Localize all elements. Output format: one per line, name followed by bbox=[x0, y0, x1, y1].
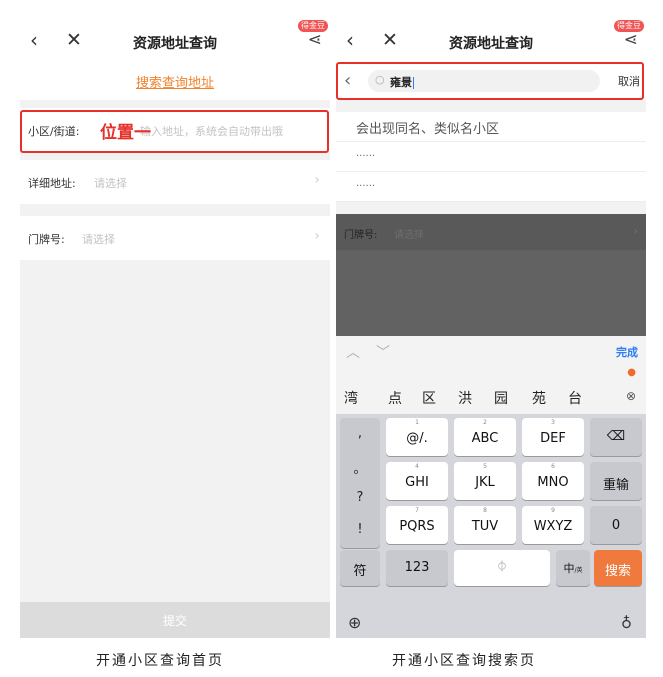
candidate-item[interactable]: 洪 bbox=[458, 388, 472, 408]
chevron-right-icon: › bbox=[633, 224, 638, 238]
detail-address-placeholder: 请选择 bbox=[94, 177, 127, 190]
candidate-bar: 湾 点 区 洪 园 苑 台 ⊗ bbox=[336, 382, 646, 414]
reinput-key[interactable]: 重输 bbox=[590, 462, 642, 500]
candidate-item[interactable]: 湾 bbox=[344, 388, 358, 408]
delete-key[interactable]: ⌫ bbox=[590, 418, 642, 456]
key-8[interactable]: 8 TUV bbox=[454, 506, 516, 544]
search-link-bar: 搜索查询地址 bbox=[20, 62, 330, 100]
search-screen: ‹ ✕ 资源地址查询 得金豆 ⋖ ‹ ○ 雍景 取消 会出现同名、类似名小区 .… bbox=[336, 20, 646, 638]
key-2[interactable]: 2 ABC bbox=[454, 418, 516, 456]
key-9[interactable]: 9 WXYZ bbox=[522, 506, 584, 544]
punct-key[interactable]: ! bbox=[340, 522, 380, 537]
microphone-icon[interactable]: ♁ bbox=[621, 614, 632, 632]
page-title: 资源地址查询 bbox=[449, 36, 533, 52]
chevron-right-icon: › bbox=[314, 228, 320, 244]
detail-address-row[interactable]: 详细地址: 请选择 › bbox=[20, 160, 330, 204]
chevron-up-icon[interactable]: ︿ bbox=[346, 342, 360, 362]
mic-icon: ⏀ bbox=[496, 560, 508, 573]
house-number-row[interactable]: 门牌号: 请选择 › bbox=[20, 216, 330, 260]
house-number-label: 门牌号: bbox=[28, 233, 65, 246]
caption-search: 开通小区查询搜索页 bbox=[392, 653, 536, 669]
candidate-item[interactable]: 台 bbox=[568, 388, 582, 408]
nav-header: ‹ ✕ 资源地址查询 得金豆 ⋖ bbox=[336, 20, 646, 62]
search-address-link[interactable]: 搜索查询地址 bbox=[136, 72, 214, 91]
punctuation-column[interactable]: , 。 ? ! bbox=[340, 418, 380, 548]
key-7[interactable]: 7 PQRS bbox=[386, 506, 448, 544]
punct-key[interactable]: ? bbox=[340, 490, 380, 505]
result-text: ...... bbox=[356, 178, 376, 189]
chevron-down-icon[interactable]: ﹀ bbox=[376, 342, 390, 362]
highlight-box bbox=[336, 62, 644, 100]
keyboard-logo-icon: ● bbox=[627, 367, 636, 378]
symbols-key[interactable]: 符 bbox=[340, 550, 380, 586]
house-number-placeholder: 请选择 bbox=[394, 230, 424, 241]
candidate-item[interactable]: 园 bbox=[494, 388, 508, 408]
key-3[interactable]: 3 DEF bbox=[522, 418, 584, 456]
position-annotation: 位置一 bbox=[100, 123, 151, 143]
key-1[interactable]: 1 @/. bbox=[386, 418, 448, 456]
keyboard-logo-row: ● bbox=[336, 366, 646, 382]
dimmed-overlay: 门牌号: 请选择 › bbox=[336, 214, 646, 344]
caption-home: 开通小区查询首页 bbox=[96, 653, 224, 669]
search-key[interactable]: 搜索 bbox=[594, 550, 642, 586]
punct-key[interactable]: 。 bbox=[340, 458, 380, 477]
keyboard: , 。 ? ! 1 @/. 2 ABC 3 DEF ⌫ 4 GHI 5 JKL bbox=[336, 414, 646, 638]
lang-switch-key[interactable]: 中/英 bbox=[556, 550, 590, 586]
house-number-label: 门牌号: bbox=[344, 230, 378, 241]
done-button[interactable]: 完成 bbox=[616, 344, 638, 360]
result-text: 会出现同名、类似名小区 bbox=[356, 122, 500, 137]
punct-key[interactable]: , bbox=[340, 426, 380, 441]
key-4[interactable]: 4 GHI bbox=[386, 462, 448, 500]
chevron-right-icon: › bbox=[314, 172, 320, 188]
candidate-item[interactable]: 区 bbox=[422, 388, 436, 408]
highlight-box bbox=[20, 110, 329, 153]
candidate-item[interactable]: 点 bbox=[388, 388, 402, 408]
result-item[interactable]: ...... bbox=[336, 142, 646, 172]
share-icon[interactable]: ⋖ bbox=[308, 30, 322, 50]
home-screen: ‹ ✕ 资源地址查询 得金豆 ⋖ 搜索查询地址 小区/街道: 输入地址，系统会自… bbox=[20, 20, 330, 638]
space-key[interactable]: ⏀ bbox=[454, 550, 550, 586]
keyboard-toolbar: ︿ ﹀ 完成 bbox=[336, 336, 646, 366]
house-number-placeholder: 请选择 bbox=[82, 233, 115, 246]
key-5[interactable]: 5 JKL bbox=[454, 462, 516, 500]
result-item[interactable]: 会出现同名、类似名小区 bbox=[336, 112, 646, 142]
page-title: 资源地址查询 bbox=[133, 36, 217, 52]
share-icon[interactable]: ⋖ bbox=[624, 30, 638, 50]
result-text: ...... bbox=[356, 148, 376, 159]
candidate-item[interactable]: 苑 bbox=[532, 388, 546, 408]
result-item[interactable]: ...... bbox=[336, 172, 646, 202]
submit-label: 提交 bbox=[162, 614, 187, 628]
submit-button[interactable]: 提交 bbox=[20, 602, 330, 638]
nav-header: ‹ ✕ 资源地址查询 得金豆 ⋖ bbox=[20, 20, 330, 62]
close-candidates-icon[interactable]: ⊗ bbox=[626, 389, 636, 403]
zero-key[interactable]: 0 bbox=[590, 506, 642, 544]
number-switch-key[interactable]: 123 bbox=[386, 550, 448, 586]
detail-address-label: 详细地址: bbox=[28, 177, 76, 190]
house-number-row: 门牌号: 请选择 › bbox=[336, 214, 646, 250]
key-6[interactable]: 6 MNO bbox=[522, 462, 584, 500]
globe-icon[interactable]: ⊕ bbox=[348, 613, 361, 632]
